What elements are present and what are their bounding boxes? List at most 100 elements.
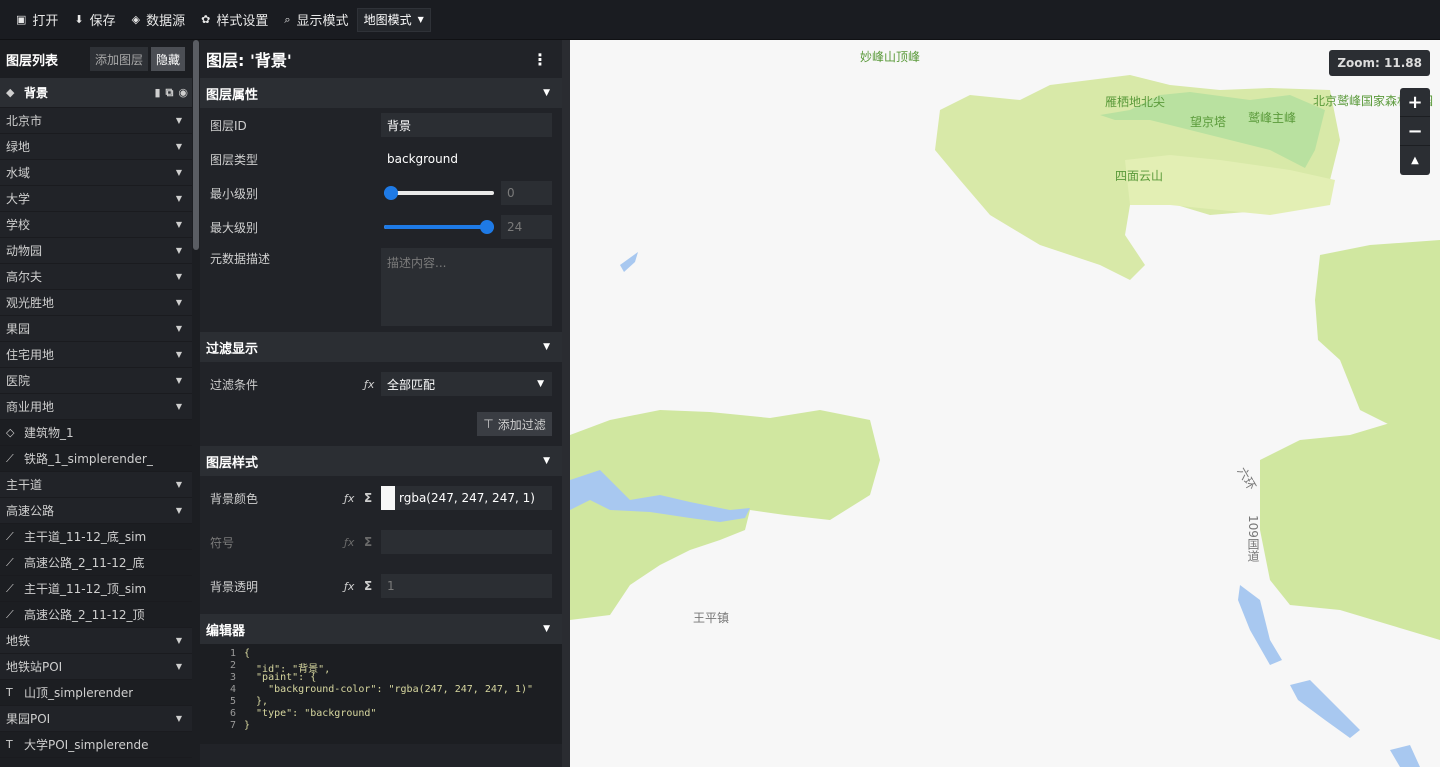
display-mode-select[interactable]: 地图模式 ▼ xyxy=(356,7,431,32)
chevron-down-icon: ▼ xyxy=(175,168,182,177)
layer-group[interactable]: 主干道 ▼ xyxy=(0,472,192,498)
bg-color-input[interactable]: rgba(247, 247, 247, 1) xyxy=(395,486,552,510)
text-icon: T xyxy=(6,738,13,751)
code-line: 4 "background-color": "rgba(247, 247, 24… xyxy=(229,684,533,695)
layer-group[interactable]: 学校 ▼ xyxy=(0,212,192,238)
layer-group[interactable]: 观光胜地 ▼ xyxy=(0,290,192,316)
layer-item[interactable]: ⟋ 主干道_11-12_顶_sim xyxy=(0,576,192,602)
function-icon[interactable]: ƒx xyxy=(344,492,354,505)
open-button[interactable]: ▣ 打开 xyxy=(8,0,66,40)
filter-select[interactable]: 全部匹配 ▼ xyxy=(381,372,552,396)
layer-editor-panel: 图层: '背景' ⋮ 图层属性 ▼ 图层ID 背景 图层类型 background… xyxy=(200,40,562,767)
sigma-icon[interactable]: Σ xyxy=(364,491,372,505)
layer-item-selected[interactable]: ◆ 背景 ▮ ⧉ ◉ xyxy=(0,78,192,108)
section-filter[interactable]: 过滤显示 ▼ xyxy=(200,332,562,362)
editor-scrollbar[interactable] xyxy=(562,40,570,767)
symbol-input xyxy=(381,530,552,554)
opacity-input[interactable]: 1 xyxy=(381,574,552,598)
layer-panel: 图层列表 添加图层 隐藏 ◆ 背景 ▮ ⧉ ◉ 北京市 ▼ 绿地 ▼ 水域 ▼ 大学 ▼ 学校 ▼… xyxy=(0,40,200,767)
display-mode-button[interactable]: ⌕ 显示模式 xyxy=(276,0,356,40)
hide-button[interactable]: 隐藏 xyxy=(151,47,186,71)
layer-group[interactable]: 地铁站POI ▼ xyxy=(0,654,192,680)
layer-item[interactable]: ⟋ 高速公路_2_11-12_底 xyxy=(0,550,192,576)
add-layer-button[interactable]: 添加图层 xyxy=(90,47,149,71)
layer-group[interactable]: 高尔夫 ▼ xyxy=(0,264,192,290)
layer-group[interactable]: 商业用地 ▼ xyxy=(0,394,192,420)
copy-icon[interactable]: ⧉ xyxy=(166,86,174,100)
sigma-icon[interactable]: Σ xyxy=(364,579,372,593)
layer-item[interactable]: ⟋ 铁路_1_simplerender_ xyxy=(0,446,192,472)
layer-item[interactable]: ⟋ 主干道_11-12_底_sim xyxy=(0,524,192,550)
function-icon[interactable]: ƒx xyxy=(344,580,354,593)
maxzoom-slider[interactable] xyxy=(384,220,494,234)
code-line: 1{ xyxy=(229,648,251,659)
code-line: 2 "id": "背景", xyxy=(229,660,331,675)
chevron-down-icon: ▼ xyxy=(175,350,182,359)
eye-icon[interactable]: ◉ xyxy=(178,86,188,100)
layer-group[interactable]: 水域 ▼ xyxy=(0,160,192,186)
layer-editor-header: 图层: '背景' ⋮ xyxy=(200,40,562,78)
chevron-down-icon: ▼ xyxy=(543,342,550,352)
metadata-row: 元数据描述 描述内容... xyxy=(200,244,562,332)
chevron-down-icon: ▼ xyxy=(175,246,182,255)
layer-group[interactable]: 动物园 ▼ xyxy=(0,238,192,264)
layer-item[interactable]: ◇ 建筑物_1 xyxy=(0,420,192,446)
map-label: 109国道 xyxy=(1246,515,1260,562)
layer-editor-title: 图层: '背景' xyxy=(206,51,292,70)
symbol-row: 符号 ƒx Σ xyxy=(200,520,562,564)
code-line: 5 }, xyxy=(229,696,269,707)
layer-group[interactable]: 果园POI ▼ xyxy=(0,706,192,732)
gear-icon: ✿ xyxy=(201,13,211,26)
layer-group[interactable]: 高速公路 ▼ xyxy=(0,498,192,524)
function-icon[interactable]: ƒx xyxy=(364,378,374,391)
chevron-down-icon: ▼ xyxy=(543,456,550,466)
layer-group[interactable]: 北京市 ▼ xyxy=(0,108,192,134)
metadata-textarea[interactable]: 描述内容... xyxy=(381,248,552,326)
more-menu-icon[interactable]: ⋮ xyxy=(532,50,548,69)
map-label: 四面云山 xyxy=(1115,169,1164,183)
trash-icon[interactable]: ▮ xyxy=(154,86,160,100)
bg-color-row: 背景颜色 ƒx Σ rgba(247, 247, 247, 1) xyxy=(200,476,562,520)
layers-icon: ◈ xyxy=(131,13,141,26)
text-icon: T xyxy=(6,686,13,699)
section-code-editor[interactable]: 编辑器 ▼ xyxy=(200,614,562,644)
layer-list-scrollbar[interactable] xyxy=(192,40,200,767)
minzoom-slider[interactable] xyxy=(384,186,494,200)
layer-group[interactable]: 绿地 ▼ xyxy=(0,134,192,160)
layer-id-input[interactable]: 背景 xyxy=(381,113,552,137)
maxzoom-input[interactable]: 24 xyxy=(501,215,552,239)
layer-item[interactable]: ⟋ 高速公路_2_11-12_顶 xyxy=(0,602,192,628)
datasource-button[interactable]: ◈ 数据源 xyxy=(124,0,193,40)
layer-group[interactable]: 医院 ▼ xyxy=(0,368,192,394)
layer-group[interactable]: 地铁 ▼ xyxy=(0,628,192,654)
map-label: 望京塔 xyxy=(1190,115,1227,129)
section-style[interactable]: 图层样式 ▼ xyxy=(200,446,562,476)
style-settings-button[interactable]: ✿ 样式设置 xyxy=(193,0,276,40)
color-swatch[interactable] xyxy=(381,486,395,510)
chevron-down-icon: ▼ xyxy=(175,402,182,411)
layer-group[interactable]: 大学 ▼ xyxy=(0,186,192,212)
code-editor[interactable]: 1{2 "id": "背景", 3 "paint": {4 "background… xyxy=(200,644,562,744)
line-icon: ⟋ xyxy=(6,451,14,465)
layer-item[interactable]: T 山顶_simplerender xyxy=(0,680,192,706)
minzoom-knob[interactable] xyxy=(384,186,398,200)
chevron-down-icon: ▼ xyxy=(175,194,182,203)
maxzoom-knob[interactable] xyxy=(480,220,494,234)
minzoom-input[interactable]: 0 xyxy=(501,181,552,205)
code-line: 6 "type": "background" xyxy=(229,708,377,719)
add-filter-button[interactable]: ⊤ 添加过滤 xyxy=(477,412,552,436)
zoom-out-button[interactable]: − xyxy=(1400,117,1430,146)
zoom-in-button[interactable]: + xyxy=(1400,88,1430,117)
compass-button[interactable]: ▲ xyxy=(1400,146,1430,175)
layer-group[interactable]: 住宅用地 ▼ xyxy=(0,342,192,368)
layer-group[interactable]: 果园 ▼ xyxy=(0,316,192,342)
scrollbar-thumb[interactable] xyxy=(193,40,199,250)
save-button[interactable]: ⬇ 保存 xyxy=(66,0,123,40)
diamond-icon: ◆ xyxy=(6,86,15,99)
layer-item[interactable]: T 大学POI_simplerende xyxy=(0,732,192,758)
add-filter-row: ⊤ 添加过滤 xyxy=(200,406,562,442)
section-layer-props[interactable]: 图层属性 ▼ xyxy=(200,78,562,108)
map-label: 妙峰山顶峰 xyxy=(860,50,921,64)
map-view[interactable]: 妙峰山顶峰 雁栖地北尖 望京塔 鹫峰主峰 北京鹫峰国家森林公园 四面云山 王平镇… xyxy=(570,40,1440,767)
east-water xyxy=(1238,585,1282,665)
